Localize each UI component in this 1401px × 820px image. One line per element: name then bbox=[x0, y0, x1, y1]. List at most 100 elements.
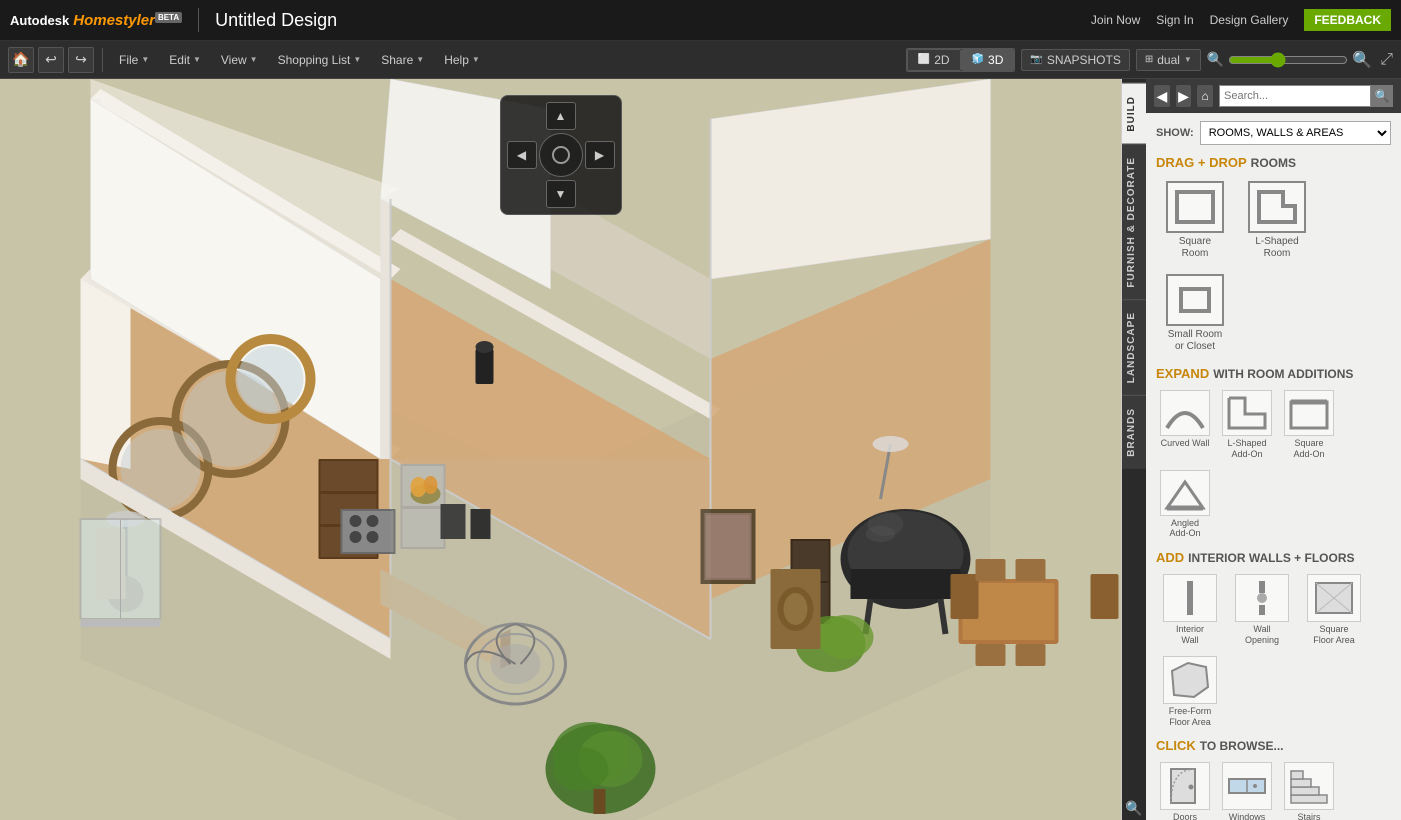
top-bar: Autodesk HomestylerBETA Untitled Design … bbox=[0, 0, 1401, 41]
curved-wall[interactable]: Curved Wall bbox=[1156, 387, 1214, 463]
interior-wall[interactable]: InteriorWall bbox=[1156, 571, 1224, 649]
help-menu[interactable]: Help ▼ bbox=[436, 49, 488, 71]
expand-header: EXPAND WITH ROOM ADDITIONS bbox=[1156, 366, 1391, 381]
autodesk-brand: Autodesk bbox=[10, 13, 69, 28]
show-select[interactable]: ROOMS, WALLS & AREAS FLOOR PLAN ALL OBJE… bbox=[1200, 121, 1391, 145]
room-square[interactable]: SquareRoom bbox=[1156, 176, 1234, 265]
interior-row: InteriorWall WallOpening bbox=[1156, 571, 1391, 730]
nav-row-top: ▲ bbox=[546, 102, 576, 130]
toolbar-separator-1 bbox=[102, 48, 103, 72]
windows-label: Windows bbox=[1229, 812, 1266, 820]
square-room-label: SquareRoom bbox=[1179, 236, 1211, 260]
freeform-floor-icon bbox=[1163, 656, 1217, 704]
doors-label: Doors bbox=[1173, 812, 1197, 820]
browse-grid: Doors Windows bbox=[1156, 759, 1391, 820]
square-floor-label: SquareFloor Area bbox=[1313, 624, 1355, 646]
home-button[interactable]: 🏠 bbox=[8, 47, 34, 73]
lshaped-room-icon bbox=[1248, 181, 1306, 233]
nav-up-button[interactable]: ▲ bbox=[546, 102, 576, 130]
freeform-floor[interactable]: Free-FormFloor Area bbox=[1156, 653, 1224, 731]
square-floor[interactable]: SquareFloor Area bbox=[1300, 571, 1368, 649]
interior-header: ADD INTERIOR WALLS + FLOORS bbox=[1156, 550, 1391, 565]
undo-button[interactable]: ↩ bbox=[38, 47, 64, 73]
share-menu[interactable]: Share ▼ bbox=[373, 49, 432, 71]
room-lshaped[interactable]: L-ShapedRoom bbox=[1238, 176, 1316, 265]
rooms-grid: SquareRoom L-ShapedRoom bbox=[1156, 176, 1391, 358]
angled-addon-label: AngledAdd-On bbox=[1169, 518, 1200, 540]
zoom-in-icon[interactable]: 🔍 bbox=[1352, 50, 1372, 70]
angled-addon[interactable]: AngledAdd-On bbox=[1156, 467, 1214, 543]
tab-build[interactable]: BUILD bbox=[1122, 83, 1146, 144]
side-tabs: BUILD FURNISH & DECORATE LANDSCAPE BRAND… bbox=[1122, 79, 1146, 820]
panel-search-button[interactable]: 🔍 bbox=[1371, 85, 1393, 107]
panel-search: 🔍 bbox=[1219, 85, 1393, 107]
expand-label: EXPAND bbox=[1156, 366, 1209, 381]
btn-2d[interactable]: ⬜ 2D bbox=[907, 49, 961, 71]
small-room-label: Small Roomor Closet bbox=[1168, 329, 1222, 353]
canvas-area[interactable]: ▲ ◀ ▶ ▼ bbox=[0, 79, 1121, 820]
toolbar: 🏠 ↩ ↪ File ▼ Edit ▼ View ▼ Shopping List… bbox=[0, 41, 1401, 79]
tab-furnish[interactable]: FURNISH & DECORATE bbox=[1122, 144, 1146, 300]
panel-back-button[interactable]: ◀ bbox=[1154, 85, 1170, 107]
room-small[interactable]: Small Roomor Closet bbox=[1156, 269, 1234, 358]
topbar-left: Autodesk HomestylerBETA Untitled Design bbox=[10, 8, 337, 32]
wall-opening[interactable]: WallOpening bbox=[1228, 571, 1296, 649]
redo-button[interactable]: ↪ bbox=[68, 47, 94, 73]
topbar-right: Join Now Sign In Design Gallery FEEDBACK bbox=[1091, 9, 1391, 31]
dual-button[interactable]: ⊞ dual ▼ bbox=[1136, 49, 1201, 71]
wall-opening-label: WallOpening bbox=[1245, 624, 1279, 646]
view-menu[interactable]: View ▼ bbox=[213, 49, 266, 71]
curved-wall-icon bbox=[1160, 390, 1210, 436]
stairs-label: Stairs bbox=[1297, 812, 1320, 820]
nav-center-ring bbox=[552, 146, 570, 164]
snapshots-button[interactable]: 📷 SNAPSHOTS bbox=[1021, 49, 1129, 71]
lshaped-addon-icon bbox=[1222, 390, 1272, 436]
with-room-label: WITH ROOM ADDITIONS bbox=[1213, 367, 1353, 381]
click-label: CLICK bbox=[1156, 738, 1196, 753]
nav-center-control[interactable] bbox=[539, 133, 583, 177]
browse-windows[interactable]: Windows bbox=[1218, 759, 1276, 820]
square-addon-label: SquareAdd-On bbox=[1293, 438, 1324, 460]
nav-row-bottom: ▼ bbox=[546, 180, 576, 208]
shopping-arrow: ▼ bbox=[353, 55, 361, 64]
browse-doors[interactable]: Doors bbox=[1156, 759, 1214, 820]
file-menu[interactable]: File ▼ bbox=[111, 49, 157, 71]
file-arrow: ▼ bbox=[141, 55, 149, 64]
share-arrow: ▼ bbox=[416, 55, 424, 64]
btn-3d[interactable]: 🧊 3D bbox=[961, 49, 1015, 71]
design-gallery-link[interactable]: Design Gallery bbox=[1210, 13, 1289, 27]
zoom-out-icon[interactable]: 🔍 bbox=[1207, 51, 1224, 68]
panel-home-button[interactable]: ⌂ bbox=[1197, 85, 1213, 107]
fullscreen-icon[interactable]: ⤢ bbox=[1380, 51, 1393, 69]
nav-rotate-right-button[interactable]: ▶ bbox=[585, 141, 615, 169]
lshaped-addon[interactable]: L-ShapedAdd-On bbox=[1218, 387, 1276, 463]
square-addon[interactable]: SquareAdd-On bbox=[1280, 387, 1338, 463]
design-title: Untitled Design bbox=[215, 10, 337, 31]
nav-rotate-left-button[interactable]: ◀ bbox=[507, 141, 537, 169]
drag-label: DRAG + DROP bbox=[1156, 155, 1247, 170]
lshaped-room-label: L-ShapedRoom bbox=[1255, 236, 1298, 260]
rooms-label: ROOMS bbox=[1251, 156, 1296, 170]
tab-brands[interactable]: BRANDS bbox=[1122, 395, 1146, 469]
browse-stairs[interactable]: Stairs bbox=[1280, 759, 1338, 820]
feedback-button[interactable]: FEEDBACK bbox=[1304, 9, 1391, 31]
join-now-link[interactable]: Join Now bbox=[1091, 13, 1140, 27]
zoom-slider[interactable] bbox=[1228, 52, 1348, 68]
side-search-button[interactable]: 🔍 bbox=[1122, 796, 1146, 820]
lshaped-addon-label: L-ShapedAdd-On bbox=[1227, 438, 1266, 460]
doors-icon bbox=[1160, 762, 1210, 810]
small-room-icon bbox=[1166, 274, 1224, 326]
edit-menu[interactable]: Edit ▼ bbox=[161, 49, 209, 71]
panel-content: ◀ ▶ ⌂ 🔍 SHOW: ROOMS, WALLS & AREAS FLOOR… bbox=[1146, 79, 1401, 820]
panel-wrapper: BUILD FURNISH & DECORATE LANDSCAPE BRAND… bbox=[1122, 79, 1401, 820]
panel-forward-button[interactable]: ▶ bbox=[1176, 85, 1192, 107]
panel-search-input[interactable] bbox=[1219, 85, 1371, 107]
add-label: ADD bbox=[1156, 550, 1184, 565]
title-divider bbox=[198, 8, 199, 32]
nav-down-button[interactable]: ▼ bbox=[546, 180, 576, 208]
shopping-list-menu[interactable]: Shopping List ▼ bbox=[270, 49, 370, 71]
sign-in-link[interactable]: Sign In bbox=[1156, 13, 1193, 27]
tab-landscape[interactable]: LANDSCAPE bbox=[1122, 299, 1146, 395]
square-floor-icon bbox=[1307, 574, 1361, 622]
right-panel: BUILD FURNISH & DECORATE LANDSCAPE BRAND… bbox=[1121, 79, 1401, 820]
